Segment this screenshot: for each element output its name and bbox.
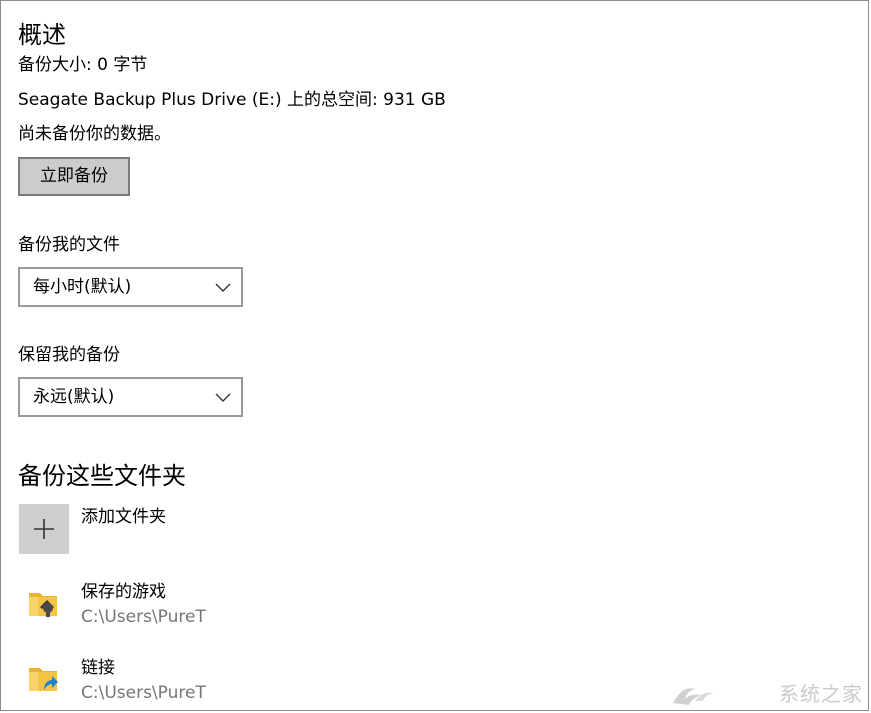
folder-name: 保存的游戏 <box>81 582 166 602</box>
saved-games-folder-icon <box>29 593 57 617</box>
folder-path: C:\Users\PureT <box>81 683 206 703</box>
overview-title: 概述 <box>18 21 66 49</box>
backup-frequency-value: 每小时(默认) <box>33 277 132 297</box>
backup-now-button[interactable]: 立即备份 <box>18 157 130 196</box>
retention-value: 永远(默认) <box>33 387 115 407</box>
backup-frequency-dropdown[interactable]: 每小时(默认) <box>18 267 243 307</box>
add-folder-button[interactable] <box>19 504 69 554</box>
chevron-down-icon <box>215 393 231 402</box>
links-folder-icon <box>29 668 58 691</box>
backup-status-text: 尚未备份你的数据。 <box>18 124 171 144</box>
backup-size-text: 备份大小: 0 字节 <box>18 55 148 75</box>
total-space-text: Seagate Backup Plus Drive (E:) 上的总空间: 93… <box>18 90 446 110</box>
retention-dropdown[interactable]: 永远(默认) <box>18 377 243 417</box>
backup-frequency-label: 备份我的文件 <box>18 235 120 255</box>
folders-section-title: 备份这些文件夹 <box>18 462 186 490</box>
retention-label: 保留我的备份 <box>18 345 120 365</box>
watermark-text: 系统之家 <box>779 682 863 706</box>
folder-path: C:\Users\PureT <box>81 607 206 627</box>
watermark-logo-icon <box>673 688 713 705</box>
folder-name: 链接 <box>81 658 115 678</box>
plus-icon <box>34 519 54 539</box>
add-folder-label[interactable]: 添加文件夹 <box>81 506 166 528</box>
chevron-down-icon <box>215 283 231 292</box>
